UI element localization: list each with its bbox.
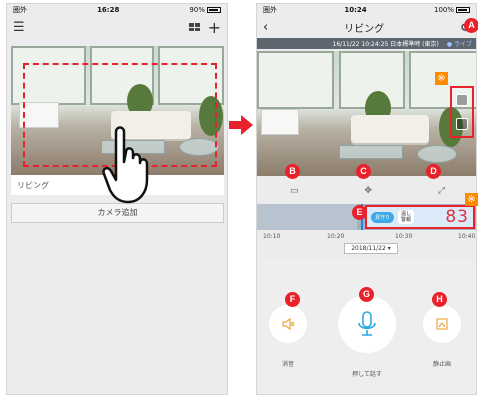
talk-label: 押して話す — [352, 371, 382, 378]
mute-button[interactable] — [269, 305, 307, 343]
score-value: 83 — [445, 207, 469, 227]
live-camera-view[interactable] — [257, 51, 476, 176]
battery-indicator: 90% — [189, 6, 221, 14]
snapshot-label: 静止画 — [432, 361, 451, 368]
comparison-figure: 圏外 16:28 90% ☰ + リビング カメラ追加 圏外 10:24 100… — [0, 0, 478, 395]
marker-g: G — [359, 287, 374, 302]
marker-a: A — [464, 18, 478, 33]
status-bar: 圏外 16:28 90% — [7, 4, 227, 16]
status-text: 温し 警報 — [398, 210, 415, 224]
date-select-value: 2018/11/22 — [351, 245, 386, 252]
warning-mark: ※ — [435, 72, 448, 85]
room-image — [257, 51, 476, 176]
warning-mark: ※ — [465, 193, 478, 206]
record-icon[interactable] — [456, 94, 468, 106]
microphone-icon — [358, 311, 376, 336]
battery-icon — [206, 7, 221, 13]
screen-icon[interactable]: ▭ — [290, 186, 299, 196]
marker-h: H — [432, 292, 447, 307]
carrier-text: 圏外 — [263, 6, 277, 14]
camera-info-bar: 16/11/22 10:24:25 日本標準時 (東京) ● ライブ — [257, 38, 476, 49]
battery-icon — [456, 7, 470, 13]
clock-text: 16:28 — [97, 6, 120, 14]
clock-text: 10:24 — [344, 6, 367, 14]
right-phone-screen: 圏外 10:24 100% ‹ リビング ⚙ 16/11/22 10:24:25… — [256, 3, 477, 395]
push-to-talk-button[interactable] — [338, 295, 396, 353]
back-icon[interactable]: ‹ — [263, 20, 268, 35]
date-select[interactable]: 2018/11/22 ▾ — [344, 243, 398, 254]
add-icon[interactable]: + — [208, 18, 221, 37]
top-nav: ☰ + — [7, 16, 227, 38]
snapshot-button[interactable] — [423, 305, 461, 343]
add-camera-button[interactable]: カメラ追加 — [11, 203, 224, 223]
snapshot-icon — [436, 318, 448, 330]
marker-b: B — [285, 164, 300, 179]
live-indicator: ● ライブ — [446, 41, 472, 48]
control-panel: 消音 押して話す 静止画 — [257, 259, 476, 394]
right-arrow-icon — [229, 115, 253, 135]
timestamp-text: 16/11/22 10:24:25 日本標準時 (東京) — [332, 41, 439, 48]
page-title: リビング — [344, 23, 385, 35]
sd-card-icon[interactable] — [456, 118, 468, 130]
tick-label: 10:30 — [395, 233, 413, 240]
left-phone-screen: 圏外 16:28 90% ☰ + リビング カメラ追加 — [6, 3, 228, 395]
comfort-score-panel: 見守り 温し 警報 83 — [365, 205, 475, 229]
battery-indicator: 100% — [434, 6, 470, 14]
tick-label: 10:40 — [458, 233, 476, 240]
fullscreen-icon[interactable]: ⤢ — [438, 186, 445, 196]
status-pill: 見守り — [371, 211, 395, 223]
tick-label: 10:10 — [263, 233, 281, 240]
pointing-hand-icon — [102, 126, 149, 204]
menu-icon[interactable]: ☰ — [13, 20, 25, 35]
status-bar: 圏外 10:24 100% — [257, 4, 476, 16]
pan-move-icon[interactable]: ✥ — [364, 186, 372, 196]
carrier-text: 圏外 — [13, 6, 27, 14]
grid-view-icon[interactable] — [188, 23, 200, 31]
mute-label: 消音 — [281, 361, 294, 368]
marker-c: C — [356, 164, 371, 179]
side-controls — [450, 86, 474, 138]
view-toolbar: ▭ ✥ ⤢ — [257, 180, 476, 202]
speaker-muted-icon — [282, 317, 295, 331]
tick-label: 10:20 — [327, 233, 345, 240]
top-nav: ‹ リビング ⚙ — [257, 16, 476, 38]
battery-text: 100% — [433, 6, 454, 14]
marker-e: E — [352, 205, 367, 220]
marker-d: D — [426, 164, 441, 179]
marker-f: F — [285, 292, 300, 307]
battery-text: 90% — [189, 6, 205, 14]
time-ticks: 10:10 10:20 10:30 10:40 — [257, 233, 476, 243]
